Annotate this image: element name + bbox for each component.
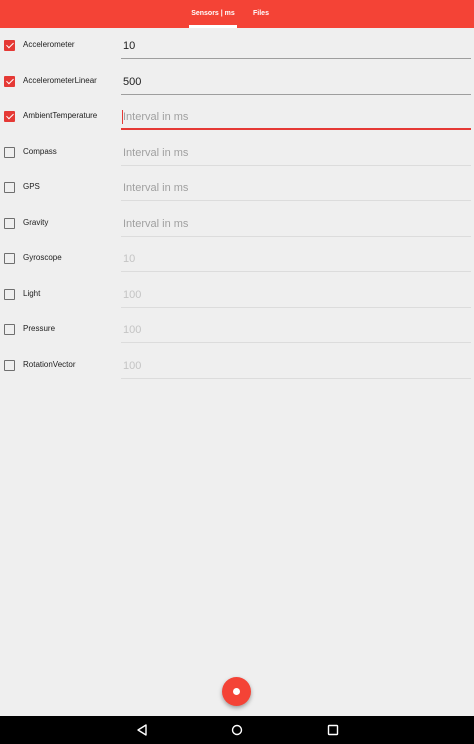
interval-placeholder: Interval in ms	[123, 146, 189, 159]
interval-value: 100	[123, 359, 142, 372]
interval-input[interactable]: 500	[121, 70, 471, 95]
sensor-checkbox[interactable]	[4, 324, 15, 335]
sensor-row: Compass Interval in ms	[0, 135, 474, 171]
input-underline	[121, 306, 471, 308]
record-button[interactable]	[222, 677, 251, 706]
interval-input[interactable]: 10	[121, 247, 471, 272]
sensor-label: Pressure	[23, 324, 56, 333]
back-icon[interactable]	[136, 724, 148, 736]
input-underline	[121, 342, 471, 343]
input-underline	[121, 58, 471, 59]
interval-input[interactable]: Interval in ms	[121, 176, 471, 201]
sensor-label: Compass	[23, 146, 57, 156]
sensor-checkbox[interactable]	[4, 253, 15, 264]
sensor-row: Light 100	[0, 277, 474, 313]
home-icon[interactable]	[231, 724, 243, 736]
interval-placeholder: Interval in ms	[123, 182, 189, 194]
sensor-checkbox[interactable]	[4, 217, 15, 229]
interval-placeholder: Interval in ms	[123, 217, 189, 230]
sensor-checkbox[interactable]	[4, 182, 15, 193]
input-underline	[121, 271, 471, 272]
sensor-row: Accelerometer 10	[0, 28, 474, 64]
interval-value: 10	[123, 40, 136, 52]
sensor-label: AmbientTemperature	[23, 111, 98, 120]
input-underline	[121, 164, 471, 166]
sensor-row: Gyroscope 10	[0, 241, 474, 277]
recent-apps-icon[interactable]	[327, 724, 339, 736]
text-caret	[122, 110, 123, 124]
input-underline	[121, 128, 471, 130]
interval-placeholder: Interval in ms	[123, 111, 189, 123]
sensor-row: Gravity Interval in ms	[0, 206, 474, 242]
input-underline	[121, 93, 471, 95]
sensor-row: AccelerometerLinear 500	[0, 64, 474, 100]
sensor-checkbox[interactable]	[4, 359, 15, 371]
sensor-label: GPS	[23, 182, 40, 191]
sensor-label: Accelerometer	[23, 40, 75, 49]
interval-value: 100	[123, 324, 142, 336]
sensor-label: AccelerometerLinear	[23, 75, 97, 85]
system-nav-bar	[0, 716, 474, 744]
input-underline	[121, 377, 471, 379]
top-tab-bar: Sensors | ms Files	[0, 0, 474, 28]
interval-input[interactable]: 10	[121, 34, 471, 59]
sensor-label: Light	[23, 288, 41, 298]
interval-input[interactable]: Interval in ms	[121, 105, 471, 130]
sensor-checkbox[interactable]	[4, 111, 15, 122]
sensor-row: AmbientTemperature Interval in ms	[0, 99, 474, 135]
interval-input[interactable]: 100	[121, 283, 471, 308]
interval-value: 500	[123, 75, 142, 88]
input-underline	[121, 200, 471, 201]
record-icon	[233, 688, 240, 695]
tab-files[interactable]: Files	[245, 0, 277, 28]
interval-value: 10	[123, 253, 136, 265]
sensor-row: GPS Interval in ms	[0, 170, 474, 206]
sensor-checkbox[interactable]	[4, 146, 15, 158]
sensor-row: Pressure 100	[0, 312, 474, 348]
sensor-checkbox[interactable]	[4, 288, 15, 300]
sensor-label: RotationVector	[23, 359, 76, 369]
interval-input[interactable]: 100	[121, 318, 471, 343]
sensor-checkbox[interactable]	[4, 75, 15, 87]
sensor-label: Gyroscope	[23, 253, 62, 262]
interval-input[interactable]: 100	[121, 354, 471, 379]
sensor-row: RotationVector 100	[0, 348, 474, 384]
sensor-label: Gravity	[23, 217, 49, 227]
tab-sensors[interactable]: Sensors | ms	[189, 0, 237, 28]
sensor-checkbox[interactable]	[4, 40, 15, 51]
interval-input[interactable]: Interval in ms	[121, 212, 471, 237]
interval-value: 100	[123, 288, 142, 301]
interval-input[interactable]: Interval in ms	[121, 141, 471, 166]
input-underline	[121, 235, 471, 237]
